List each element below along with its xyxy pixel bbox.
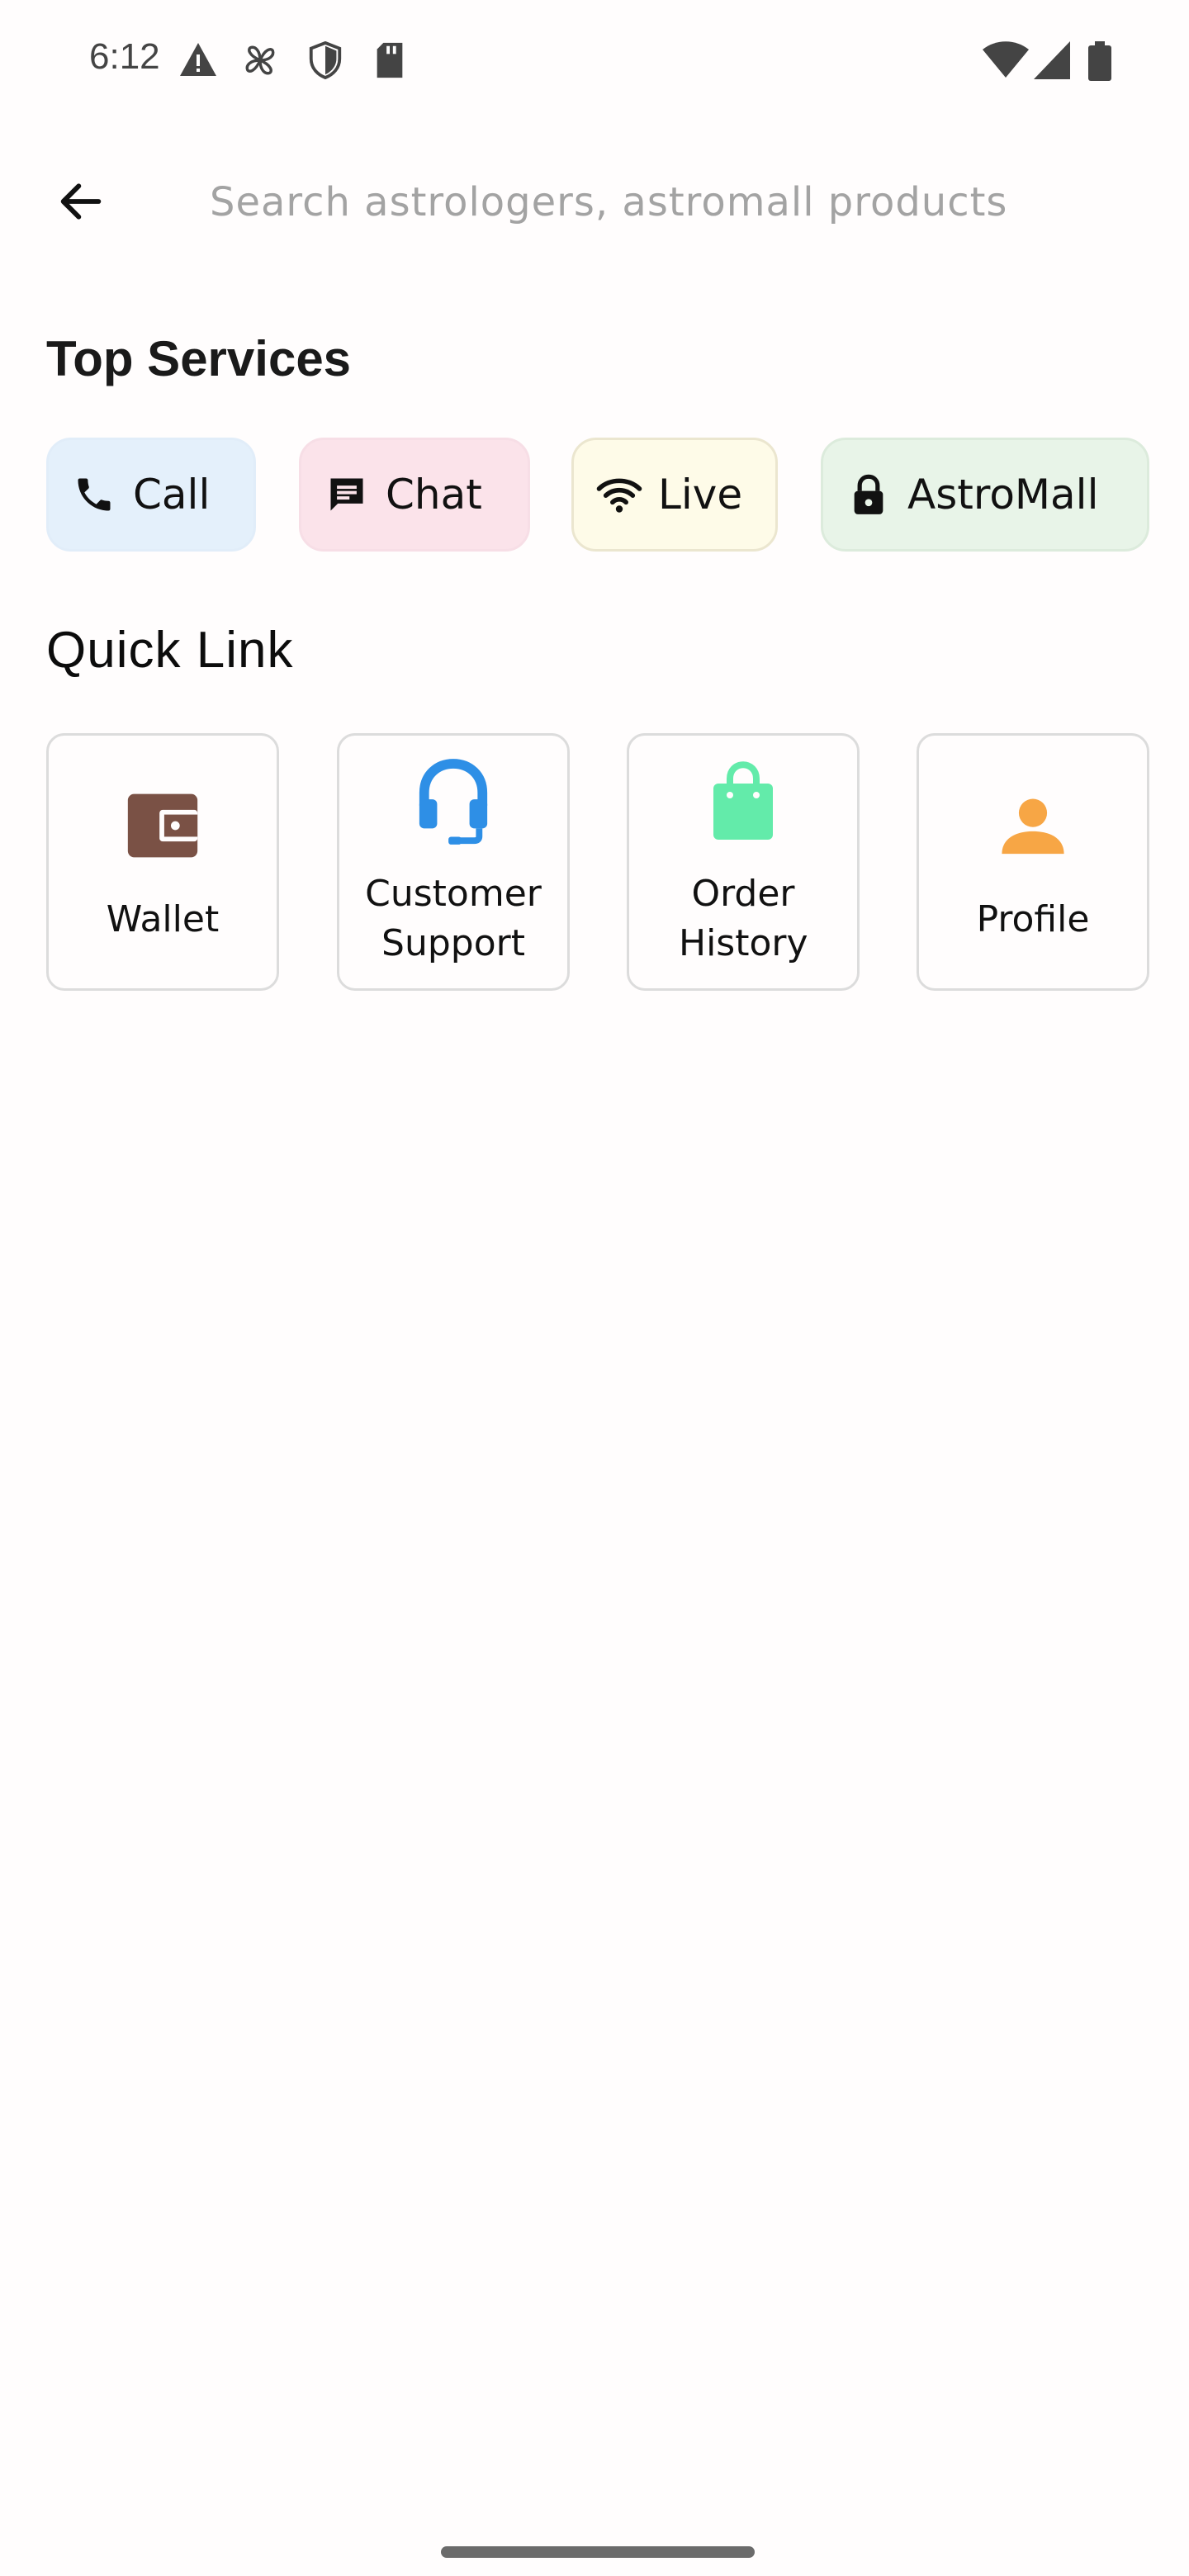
back-button[interactable] — [43, 163, 119, 239]
service-chip-call[interactable]: Call — [46, 438, 256, 552]
headset-icon — [339, 757, 567, 848]
fan-icon — [245, 45, 275, 75]
person-icon — [919, 792, 1147, 859]
chat-icon — [323, 471, 371, 519]
home-indicator[interactable] — [441, 2546, 755, 2558]
wallet-icon — [49, 790, 277, 861]
quick-link-label: Customer Support — [365, 873, 542, 964]
wifi-icon — [595, 471, 643, 519]
status-bar: 6:12 — [0, 0, 1189, 116]
service-chip-label: AstroMall — [907, 471, 1099, 519]
quick-link-label: Profile — [976, 898, 1090, 940]
cell-signal-icon — [1034, 41, 1070, 79]
quick-link-label: Order History — [679, 873, 808, 964]
service-chip-chat[interactable]: Chat — [299, 438, 530, 552]
service-chip-live[interactable]: Live — [571, 438, 778, 552]
wifi-icon — [983, 41, 1029, 78]
status-time: 6:12 — [89, 36, 160, 77]
top-services-title: Top Services — [46, 331, 352, 386]
service-chip-label: Chat — [386, 471, 482, 519]
quick-link-title: Quick Link — [46, 622, 294, 679]
arrow-left-icon — [60, 183, 102, 220]
quick-link-label: Wallet — [106, 898, 220, 940]
quick-link-wallet[interactable]: Wallet — [46, 733, 279, 991]
lock-icon — [845, 471, 893, 519]
sd-card-icon — [377, 42, 403, 78]
service-chip-astromall[interactable]: AstroMall — [821, 438, 1149, 552]
quick-link-profile[interactable]: Profile — [917, 733, 1149, 991]
shield-icon — [309, 41, 342, 79]
search-input[interactable] — [210, 169, 1143, 235]
quick-link-order-history[interactable]: Order History — [627, 733, 860, 991]
phone-icon — [70, 471, 118, 519]
battery-icon — [1088, 41, 1111, 81]
warning-icon — [180, 43, 216, 76]
shopping-bag-icon — [629, 760, 857, 843]
quick-link-customer-support[interactable]: Customer Support — [337, 733, 570, 991]
service-chip-label: Live — [658, 471, 743, 519]
service-chip-label: Call — [133, 471, 211, 519]
